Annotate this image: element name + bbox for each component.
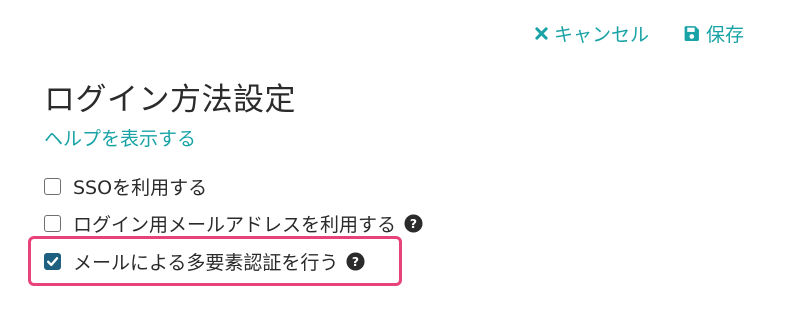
question-circle-icon[interactable]: ? [346,252,365,271]
checkbox-email-mfa[interactable] [44,253,61,270]
question-circle-icon[interactable]: ? [404,214,423,233]
floppy-disk-icon [683,25,700,42]
option-sso-label: SSOを利用する [73,177,208,199]
svg-text:?: ? [352,255,359,269]
close-icon [535,27,548,40]
page-title: ログイン方法設定 [44,82,296,118]
option-email-mfa: メールによる多要素認証を行う ? [44,248,365,275]
option-login-email: ログイン用メールアドレスを利用する ? [44,210,423,237]
option-login-email-label: ログイン用メールアドレスを利用する [73,214,397,236]
checkmark-icon [46,257,59,267]
checkbox-login-email[interactable] [44,215,61,232]
svg-text:?: ? [410,217,417,231]
save-button[interactable]: 保存 [683,20,744,47]
save-label: 保存 [705,24,744,46]
option-email-mfa-label: メールによる多要素認証を行う [73,252,339,274]
cancel-button[interactable]: キャンセル [535,20,649,47]
cancel-label: キャンセル [553,24,649,46]
checkbox-sso[interactable] [44,178,61,195]
help-link[interactable]: ヘルプを表示する [44,124,196,151]
toolbar: キャンセル 保存 [535,20,744,47]
option-sso: SSOを利用する [44,173,207,200]
